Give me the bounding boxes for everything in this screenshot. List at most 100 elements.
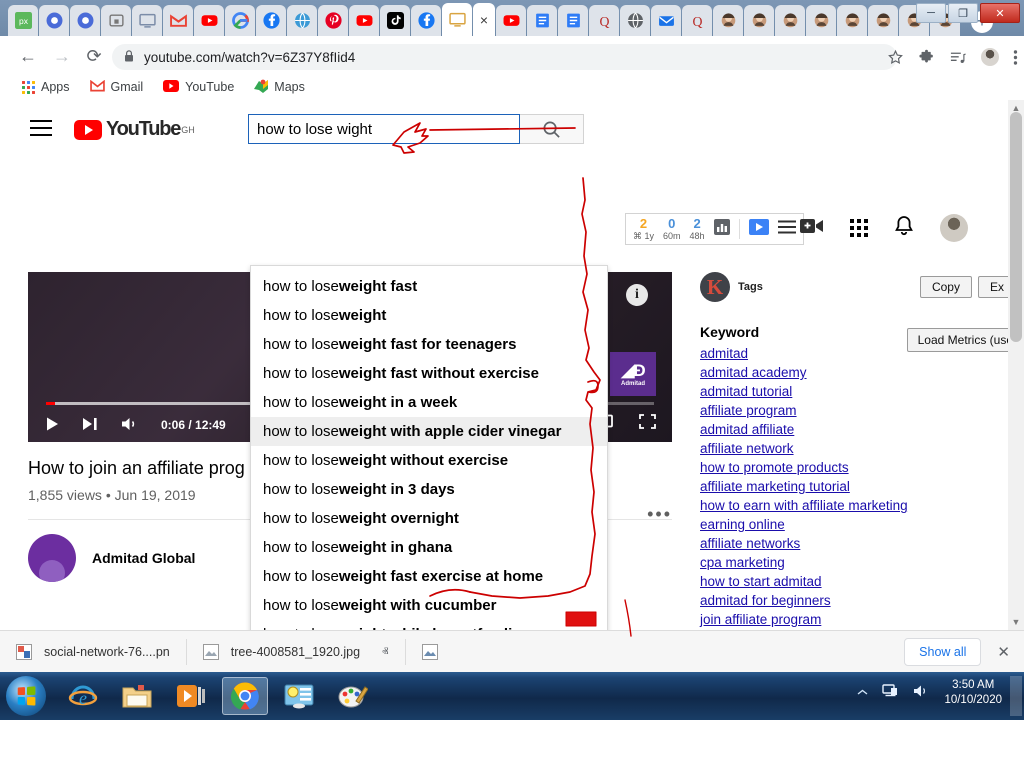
scrollbar-thumb[interactable]: [1010, 112, 1022, 342]
bar-chart-icon[interactable]: [713, 218, 730, 240]
search-suggestion-item[interactable]: how to lose weight fast: [251, 272, 607, 301]
keyword-link[interactable]: affiliate marketing tutorial: [700, 477, 1016, 496]
keyword-link[interactable]: admitad affiliate: [700, 420, 1016, 439]
search-suggestion-item[interactable]: how to lose weight fast for teenagers: [251, 330, 607, 359]
reading-list-icon[interactable]: [949, 49, 967, 66]
search-suggestion-item[interactable]: how to lose weight: [251, 301, 607, 330]
taskbar-paint[interactable]: [330, 677, 376, 715]
browser-tab-px-tab[interactable]: px: [8, 5, 38, 36]
keyword-link[interactable]: affiliate network: [700, 439, 1016, 458]
create-video-icon[interactable]: [800, 217, 824, 240]
browser-tab-doc-tab-2[interactable]: [558, 5, 588, 36]
search-suggestion-item[interactable]: how to lose weight without exercise: [251, 446, 607, 475]
bookmark-gmail[interactable]: Gmail: [82, 77, 152, 98]
browser-tab-person-tab-1[interactable]: [713, 5, 743, 36]
browser-tab-youtube-tab-1[interactable]: [194, 5, 224, 36]
tubebuddy-menu-icon[interactable]: [777, 220, 796, 239]
keyword-link[interactable]: join affiliate program: [700, 610, 1016, 629]
search-suggestion-item[interactable]: how to lose weight with apple cider vine…: [251, 417, 607, 446]
scroll-down-arrow[interactable]: ▼: [1008, 614, 1024, 630]
browser-tab-person-tab-3[interactable]: [775, 5, 805, 36]
download-item-1[interactable]: social-network-76....pn: [0, 631, 186, 673]
browser-tab-pinterest-tab[interactable]: [318, 5, 348, 36]
next-video-icon[interactable]: [82, 416, 99, 435]
tab-close-button[interactable]: ×: [473, 3, 495, 36]
keyword-link[interactable]: admitad academy: [700, 363, 1016, 382]
browser-tab-screen-tab-1[interactable]: [132, 5, 162, 36]
bookmark-youtube[interactable]: YouTube: [155, 77, 242, 98]
search-suggestion-item[interactable]: how to lose weight in 3 days: [251, 475, 607, 504]
browser-tab-facebook-tab-2[interactable]: [411, 5, 441, 36]
forward-button[interactable]: →: [50, 44, 74, 68]
guide-menu-icon[interactable]: [30, 120, 52, 141]
taskbar-google-chrome[interactable]: [222, 677, 268, 715]
browser-tab-gmail-tab[interactable]: [163, 5, 193, 36]
bookmark-apps[interactable]: Apps: [14, 77, 78, 97]
network-icon[interactable]: [882, 683, 899, 703]
profile-avatar-icon[interactable]: [981, 48, 999, 66]
keyword-link[interactable]: cpa marketing: [700, 553, 1016, 572]
download-item-2[interactable]: tree-4008581_1920.jpg ⱏ: [187, 631, 405, 673]
taskbar-clock[interactable]: 3:50 AM 10/10/2020: [944, 678, 1002, 708]
browser-tab-youtube-tab-3[interactable]: [496, 5, 526, 36]
browser-tab-quora-tab-1[interactable]: Q: [589, 5, 619, 36]
maximize-button[interactable]: ❐: [948, 3, 978, 23]
channel-name[interactable]: Admitad Global: [92, 550, 195, 566]
show-desktop-button[interactable]: [1010, 676, 1022, 716]
browser-tab-active-tab[interactable]: [442, 3, 472, 36]
browser-tab-facebook-tab-1[interactable]: [256, 5, 286, 36]
browser-tab-mail-tab[interactable]: [651, 5, 681, 36]
chevron-up-icon[interactable]: ⱏ: [382, 644, 388, 660]
fullscreen-icon[interactable]: [639, 414, 656, 434]
browser-tab-quora-tab-2[interactable]: Q: [682, 5, 712, 36]
start-button[interactable]: [6, 676, 46, 716]
account-avatar-icon[interactable]: [940, 214, 968, 242]
search-suggestion-item[interactable]: how to lose weight in a week: [251, 388, 607, 417]
search-suggestion-item[interactable]: how to lose weight while breastfeeding: [251, 620, 607, 630]
tubebuddy-play-icon[interactable]: [748, 218, 769, 240]
copy-button[interactable]: Copy: [919, 276, 972, 298]
keyword-link[interactable]: admitad tutorial: [700, 382, 1016, 401]
video-more-actions[interactable]: •••: [647, 504, 672, 525]
play-icon[interactable]: [44, 416, 60, 435]
taskbar-control-panel[interactable]: [276, 677, 322, 715]
back-button[interactable]: ←: [16, 44, 40, 68]
search-input[interactable]: how to lose wight: [248, 114, 520, 144]
minimize-button[interactable]: ─: [916, 3, 946, 23]
reload-button[interactable]: ⟳: [82, 44, 106, 68]
show-hidden-icons[interactable]: [857, 684, 868, 702]
notifications-bell-icon[interactable]: [894, 215, 914, 242]
star-icon[interactable]: [887, 49, 904, 66]
close-downloads-bar-icon[interactable]: ✕: [997, 643, 1010, 661]
search-suggestion-item[interactable]: how to lose weight with cucumber: [251, 591, 607, 620]
taskbar-internet-explorer[interactable]: e: [60, 677, 106, 715]
address-bar[interactable]: youtube.com/watch?v=6Z37Y8fIid4: [112, 44, 897, 70]
search-suggestion-item[interactable]: how to lose weight overnight: [251, 504, 607, 533]
keyword-link[interactable]: how to promote products: [700, 458, 1016, 477]
browser-tab-google-tab[interactable]: [225, 5, 255, 36]
browser-tab-person-tab-4[interactable]: [806, 5, 836, 36]
browser-tab-globe-tab[interactable]: [287, 5, 317, 36]
keyword-link[interactable]: admitad for beginners: [700, 591, 1016, 610]
browser-tab-person-tab-5[interactable]: [837, 5, 867, 36]
channel-avatar[interactable]: [28, 534, 76, 582]
browser-tab-tiktok-tab[interactable]: [380, 5, 410, 36]
volume-icon[interactable]: [121, 416, 139, 435]
browser-tab-chrome-tab-1[interactable]: [39, 5, 69, 36]
search-suggestion-item[interactable]: how to lose weight fast without exercise: [251, 359, 607, 388]
search-suggestion-item[interactable]: how to lose weight in ghana: [251, 533, 607, 562]
browser-tab-globe-tab-2[interactable]: [620, 5, 650, 36]
admitad-watermark[interactable]: ◢Đ Admitad: [610, 352, 656, 396]
show-all-downloads-button[interactable]: Show all: [904, 637, 982, 666]
browser-tab-person-tab-6[interactable]: [868, 5, 898, 36]
browser-tab-lock-tab[interactable]: [101, 5, 131, 36]
search-suggestion-item[interactable]: how to lose weight fast exercise at home: [251, 562, 607, 591]
browser-tab-youtube-tab-2[interactable]: [349, 5, 379, 36]
download-item-3[interactable]: [406, 631, 454, 673]
keyword-link[interactable]: earning online: [700, 515, 1016, 534]
browser-tab-doc-tab-1[interactable]: [527, 5, 557, 36]
browser-tab-chrome-tab-2[interactable]: [70, 5, 100, 36]
keyword-link[interactable]: affiliate networks: [700, 534, 1016, 553]
bookmark-maps[interactable]: Maps: [246, 76, 313, 99]
page-scrollbar[interactable]: ▲ ▼: [1008, 100, 1024, 630]
